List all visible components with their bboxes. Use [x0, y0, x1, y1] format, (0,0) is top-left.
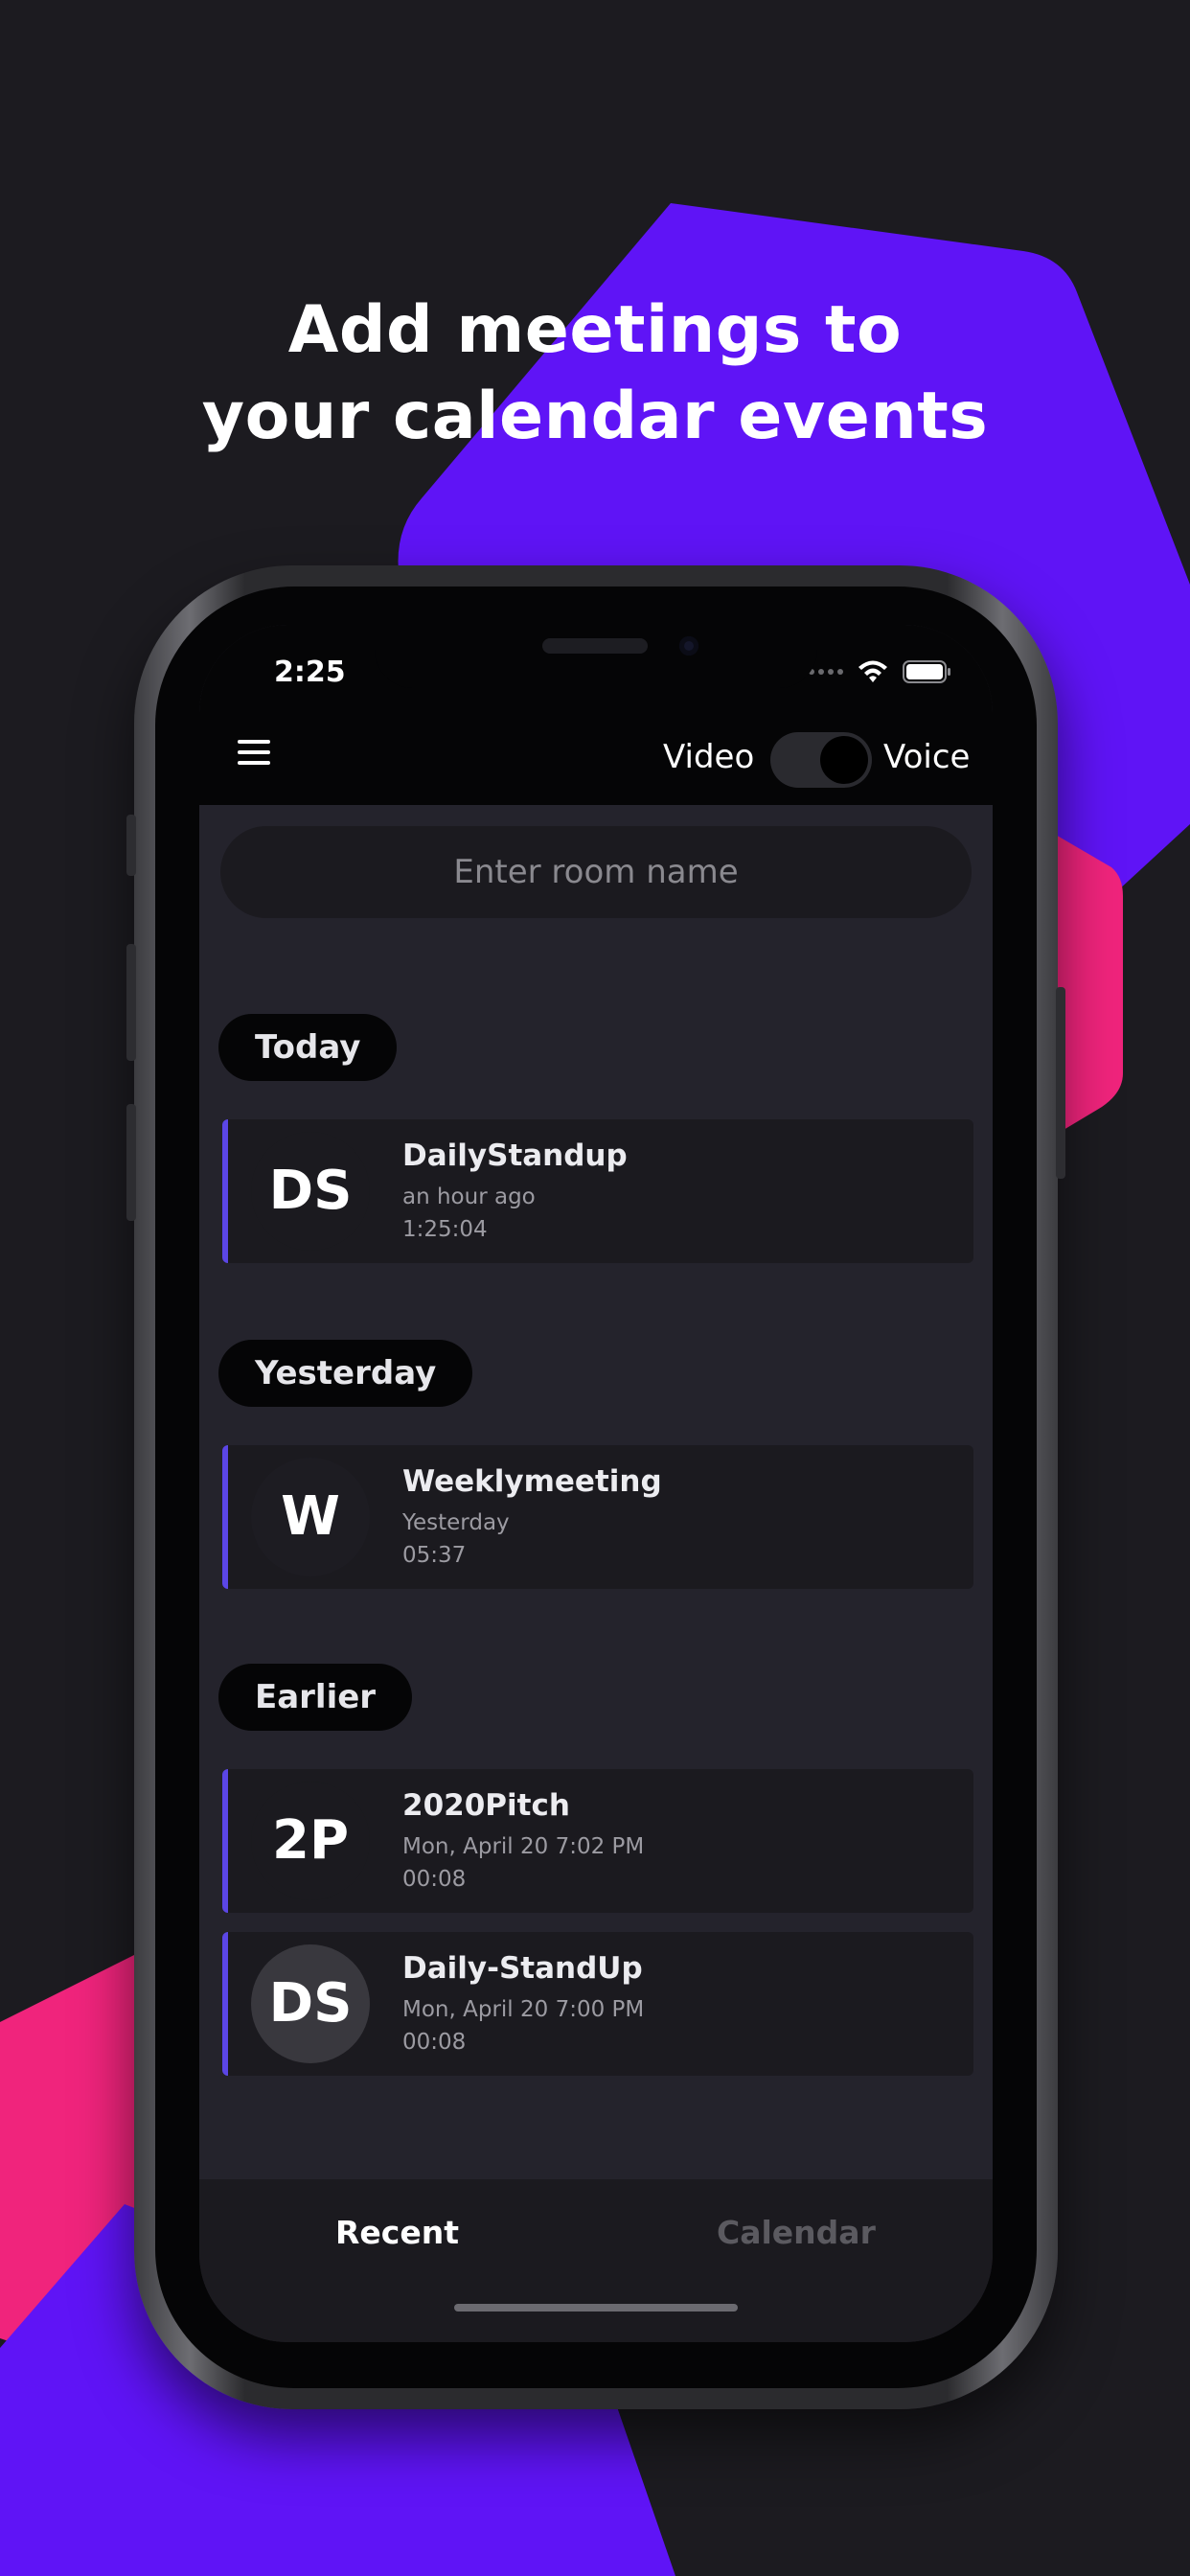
home-indicator[interactable] [454, 2304, 738, 2312]
app-bar: Video Voice [199, 707, 993, 805]
speaker-grille [542, 638, 648, 654]
avatar: W [251, 1458, 370, 1576]
toggle-knob [820, 736, 868, 784]
volume-down-button [126, 1104, 136, 1221]
headline-line-1: Add meetings to [287, 292, 903, 368]
meeting-card[interactable]: DS DailyStandup an hour ago 1:25:04 [222, 1119, 973, 1263]
meeting-time: Mon, April 20 7:00 PM [402, 1997, 645, 2022]
wifi-icon [858, 660, 887, 682]
meeting-card[interactable]: W Weeklymeeting Yesterday 05:37 [222, 1445, 973, 1589]
notch [375, 625, 817, 688]
avatar: 2P [251, 1782, 370, 1900]
avatar: DS [251, 1132, 370, 1251]
meeting-card[interactable]: 2P 2020Pitch Mon, April 20 7:02 PM 00:08 [222, 1769, 973, 1913]
tab-calendar[interactable]: Calendar [717, 2214, 876, 2251]
meeting-name: Daily-StandUp [402, 1951, 643, 1986]
front-camera [679, 636, 698, 656]
volume-up-button [126, 944, 136, 1061]
power-button [1056, 987, 1065, 1179]
hamburger-menu-icon[interactable] [238, 740, 270, 769]
meeting-duration: 1:25:04 [402, 1217, 488, 1242]
meeting-card[interactable]: DS Daily-StandUp Mon, April 20 7:00 PM 0… [222, 1932, 973, 2076]
avatar: DS [251, 1944, 370, 2063]
status-time: 2:25 [274, 656, 346, 689]
phone-screen: 2:25 Video Voice Enter room name Today D… [199, 625, 993, 2342]
video-voice-toggle[interactable] [770, 732, 872, 788]
voice-mode-label[interactable]: Voice [883, 738, 970, 776]
tab-recent[interactable]: Recent [335, 2214, 459, 2251]
section-yesterday: Yesterday [218, 1340, 473, 1407]
meeting-time: an hour ago [402, 1184, 536, 1209]
cellular-signal-icon [809, 669, 843, 675]
meeting-duration: 05:37 [402, 1543, 467, 1568]
headline: Add meetings to your calendar events [0, 288, 1190, 460]
battery-icon [903, 660, 950, 683]
status-icons [809, 659, 952, 684]
meeting-name: Weeklymeeting [402, 1464, 662, 1499]
headline-line-2: your calendar events [201, 379, 989, 454]
room-name-input[interactable]: Enter room name [220, 826, 972, 918]
meeting-name: 2020Pitch [402, 1788, 570, 1823]
meeting-name: DailyStandup [402, 1138, 628, 1173]
section-today: Today [218, 1014, 398, 1081]
section-earlier: Earlier [218, 1664, 413, 1731]
meeting-time: Yesterday [402, 1510, 510, 1535]
meeting-duration: 00:08 [402, 1867, 467, 1892]
mute-switch [126, 815, 136, 876]
meeting-duration: 00:08 [402, 2030, 467, 2055]
meeting-time: Mon, April 20 7:02 PM [402, 1834, 645, 1859]
bottom-tab-bar: Recent Calendar [199, 2179, 993, 2342]
video-mode-label[interactable]: Video [663, 738, 754, 776]
